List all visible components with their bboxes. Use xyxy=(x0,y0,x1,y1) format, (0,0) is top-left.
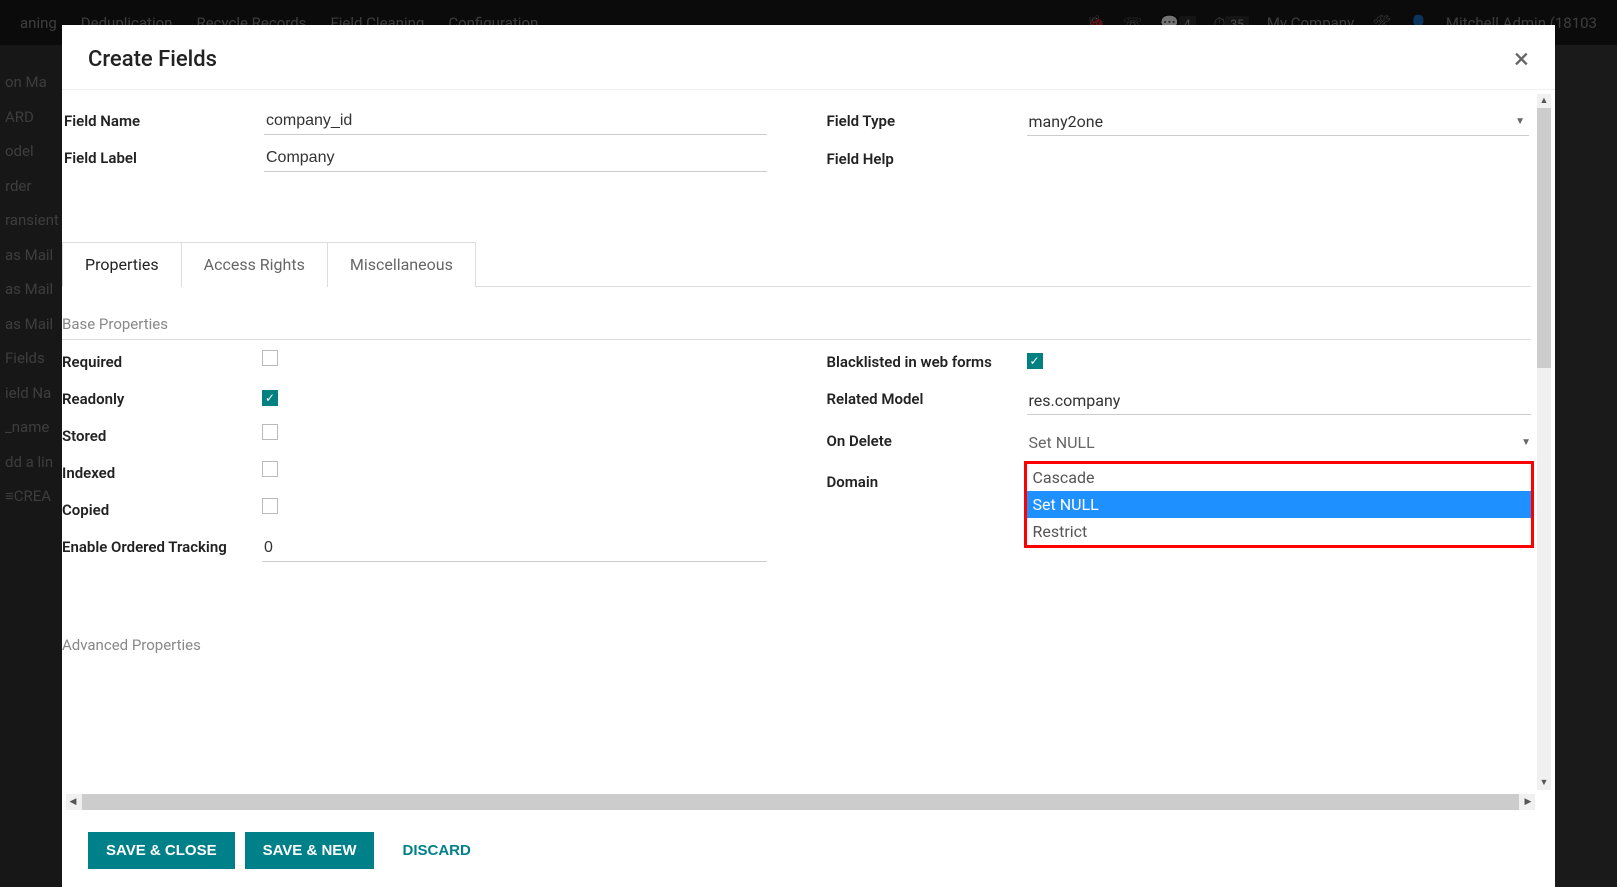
dropdown-option-cascade[interactable]: Cascade xyxy=(1027,464,1532,491)
chevron-down-icon: ▼ xyxy=(1521,437,1531,448)
discard-button[interactable]: DISCARD xyxy=(384,832,488,869)
required-checkbox[interactable] xyxy=(262,350,278,366)
required-label: Required xyxy=(62,350,262,373)
field-label-label: Field Label xyxy=(64,145,264,167)
domain-label: Domain xyxy=(827,470,1027,493)
field-type-label: Field Type xyxy=(827,108,1027,130)
copied-checkbox[interactable] xyxy=(262,498,278,514)
save-new-button[interactable]: SAVE & NEW xyxy=(245,832,375,869)
scroll-right-icon[interactable]: ▶ xyxy=(1521,794,1535,810)
indexed-label: Indexed xyxy=(62,461,262,484)
tab-properties[interactable]: Properties xyxy=(62,242,182,287)
on-delete-select[interactable]: Set NULL xyxy=(1027,429,1522,456)
dropdown-option-restrict[interactable]: Restrict xyxy=(1027,518,1532,545)
on-delete-label: On Delete xyxy=(827,429,1027,452)
on-delete-dropdown: Cascade Set NULL Restrict xyxy=(1024,461,1535,548)
tab-access-rights[interactable]: Access Rights xyxy=(181,242,328,287)
field-name-input[interactable] xyxy=(264,108,767,135)
tracking-label: Enable Ordered Tracking xyxy=(62,535,262,558)
tracking-input[interactable] xyxy=(262,535,767,562)
scroll-thumb[interactable] xyxy=(1537,108,1551,368)
related-model-input[interactable]: res.company xyxy=(1027,387,1532,415)
scroll-thumb[interactable] xyxy=(82,794,1519,810)
field-type-select[interactable]: many2one ▼ xyxy=(1027,108,1530,136)
modal-title: Create Fields xyxy=(88,47,217,72)
field-label-input[interactable] xyxy=(264,145,767,172)
field-name-label: Field Name xyxy=(64,108,264,130)
stored-checkbox[interactable] xyxy=(262,424,278,440)
section-base-properties: Base Properties xyxy=(62,315,1531,340)
blacklisted-checkbox[interactable] xyxy=(1027,353,1043,369)
stored-label: Stored xyxy=(62,424,262,447)
readonly-label: Readonly xyxy=(62,387,262,410)
scroll-up-icon[interactable]: ▲ xyxy=(1537,94,1551,108)
chevron-down-icon: ▼ xyxy=(1515,116,1525,127)
close-icon[interactable]: × xyxy=(1514,45,1529,73)
tab-miscellaneous[interactable]: Miscellaneous xyxy=(327,242,476,287)
tabs: Properties Access Rights Miscellaneous xyxy=(62,242,1531,287)
indexed-checkbox[interactable] xyxy=(262,461,278,477)
related-model-label: Related Model xyxy=(827,387,1027,410)
scroll-left-icon[interactable]: ◀ xyxy=(66,794,80,810)
field-help-label: Field Help xyxy=(827,146,1027,168)
blacklisted-label: Blacklisted in web forms xyxy=(827,350,1027,373)
readonly-checkbox[interactable] xyxy=(262,390,278,406)
save-close-button[interactable]: SAVE & CLOSE xyxy=(88,832,235,869)
scroll-down-icon[interactable]: ▼ xyxy=(1537,776,1551,790)
dropdown-option-set-null[interactable]: Set NULL xyxy=(1027,491,1532,518)
copied-label: Copied xyxy=(62,498,262,521)
create-fields-modal: Create Fields × Field Name Field Label xyxy=(62,25,1555,887)
horizontal-scrollbar[interactable]: ◀ ▶ xyxy=(66,794,1535,810)
section-advanced-properties: Advanced Properties xyxy=(62,636,1531,654)
vertical-scrollbar[interactable]: ▲ ▼ xyxy=(1537,94,1551,790)
